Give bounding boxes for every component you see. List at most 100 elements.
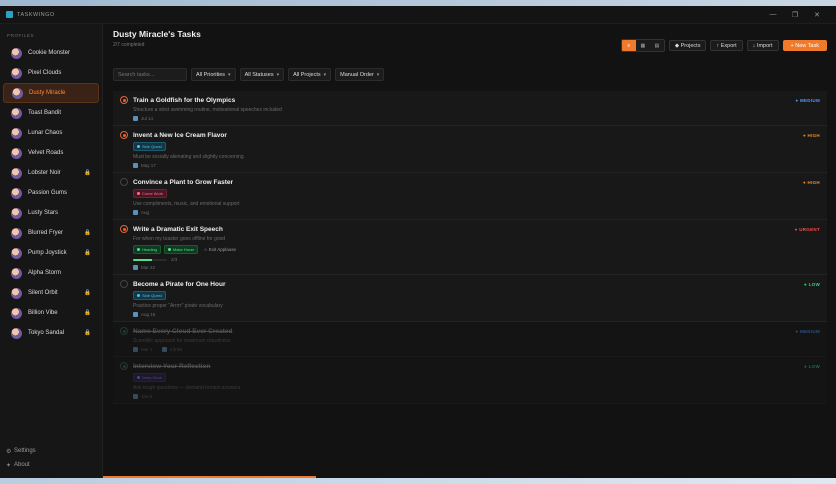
grid-view-icon[interactable]: ▦ xyxy=(635,40,650,51)
sidebar-profile-item[interactable]: Silent Orbit 🔒 xyxy=(3,283,99,303)
task-card[interactable]: Interview Your Reflection ● LOW Deep Work A… xyxy=(113,357,827,404)
lock-icon: 🔒 xyxy=(84,230,91,236)
minimize-icon[interactable]: — xyxy=(768,11,778,19)
task-card[interactable]: Become a Pirate for One Hour ● LOW Side Qu… xyxy=(113,275,827,322)
status-toggle-icon[interactable] xyxy=(120,178,128,186)
export-button[interactable]: ↑ Export xyxy=(710,40,743,51)
page-header: Dusty Miracle's Tasks 2/7 completed ≡ ▦ … xyxy=(113,24,827,68)
import-button[interactable]: ↓ Import xyxy=(746,40,779,51)
about-link[interactable]: ✦ About xyxy=(6,458,96,472)
maximize-icon[interactable]: ❐ xyxy=(790,11,800,19)
task-meta: Aug xyxy=(133,210,820,215)
sidebar-footer: ⚙ Settings ✦ About xyxy=(0,444,102,478)
sidebar-profile-item[interactable]: Lunar Chaos xyxy=(3,123,99,143)
sidebar-profile-item[interactable]: Lusty Stars xyxy=(3,203,99,223)
lock-icon: 🔒 xyxy=(84,330,91,336)
tag-chip[interactable]: Side Quest xyxy=(133,142,166,151)
app-logo-icon xyxy=(6,11,13,18)
profile-name: Silent Orbit xyxy=(28,290,58,296)
task-meta: May 17 xyxy=(133,163,820,168)
profile-name: Cookie Monster xyxy=(28,50,71,56)
main-content: Dusty Miracle's Tasks 2/7 completed ≡ ▦ … xyxy=(103,24,836,478)
sort-order-select[interactable]: Manual Order ▾ xyxy=(335,68,385,81)
tag-chip[interactable]: Deep Work xyxy=(133,373,166,382)
sidebar-profile-item[interactable]: Pump Joystick 🔒 xyxy=(3,243,99,263)
avatar xyxy=(11,187,22,199)
calendar-icon xyxy=(133,312,138,317)
task-card[interactable]: Name Every Cloud Ever Created ● MEDIUM Sci… xyxy=(113,322,827,357)
sparkle-icon: ✦ xyxy=(6,462,12,469)
sidebar-profile-item[interactable]: Tokyo Sandal 🔒 xyxy=(3,323,99,343)
due-date: Jul 14 xyxy=(141,116,154,121)
tag-chip[interactable]: Side Quest xyxy=(133,291,166,300)
sidebar-profile-item[interactable]: Blurred Fryer 🔒 xyxy=(3,223,99,243)
sidebar-profile-item[interactable]: Passion Gums xyxy=(3,183,99,203)
priority-badge: ● MEDIUM xyxy=(795,97,820,103)
settings-label: Settings xyxy=(14,448,36,454)
task-card[interactable]: Write a Dramatic Exit Speech ● URGENT For … xyxy=(113,220,827,275)
sidebar-profile-item[interactable]: Dusty Miracle xyxy=(3,83,99,103)
project-filter[interactable]: All Projects ▾ xyxy=(288,68,332,81)
due-date: May 17 xyxy=(141,163,156,168)
calendar-icon xyxy=(133,394,138,399)
tag-chip[interactable]: Come Work xyxy=(133,189,168,198)
new-task-button[interactable]: + New Task xyxy=(782,40,827,51)
task-meta: Mar 22 xyxy=(133,265,820,270)
avatar xyxy=(11,227,22,239)
calendar-view-icon[interactable]: ▤ xyxy=(649,40,664,51)
task-card[interactable]: Convince a Plant to Grow Faster ● HIGH Com… xyxy=(113,173,827,220)
status-toggle-icon[interactable] xyxy=(120,280,128,288)
sidebar-profile-item[interactable]: Billion Vibe 🔒 xyxy=(3,303,99,323)
task-title: Interview Your Reflection xyxy=(133,362,211,370)
chevron-down-icon: ▾ xyxy=(323,71,327,78)
projects-button[interactable]: ◆ Projects xyxy=(668,40,707,51)
status-toggle-icon[interactable] xyxy=(120,327,128,335)
task-list: Train a Goldfish for the Olympics ● MEDIU… xyxy=(113,91,827,404)
task-title: Become a Pirate for One Hour xyxy=(133,280,226,288)
task-card[interactable]: Invent a New Ice Cream Flavor ● HIGH Side … xyxy=(113,126,827,173)
calendar-icon xyxy=(133,116,138,121)
task-card[interactable]: Train a Goldfish for the Olympics ● MEDIU… xyxy=(113,91,827,126)
priority-badge: ● MEDIUM xyxy=(795,328,820,334)
task-meta: Aug 15 xyxy=(133,312,820,317)
search-input[interactable] xyxy=(113,68,187,81)
tag-chip[interactable]: Heading xyxy=(133,245,161,254)
avatar xyxy=(11,107,22,119)
header-actions: ≡ ▦ ▤ ◆ Projects ↑ Export ↓ Import + New… xyxy=(620,39,827,52)
close-icon[interactable]: ✕ xyxy=(812,11,822,19)
calendar-icon xyxy=(133,265,138,270)
sidebar-profile-item[interactable]: Cookie Monster xyxy=(3,43,99,63)
status-toggle-icon[interactable] xyxy=(120,362,128,370)
task-description: Use compliments, music, and emotional su… xyxy=(133,201,240,207)
priority-filter-value: All Priorities xyxy=(196,71,226,78)
status-filter[interactable]: All Statuses ▾ xyxy=(239,68,285,81)
profile-name: Passion Gums xyxy=(28,190,68,196)
tag-list: Side Quest xyxy=(133,291,820,300)
task-title: Write a Dramatic Exit Speech xyxy=(133,225,223,233)
sidebar-profile-item[interactable]: Toast Bandit xyxy=(3,103,99,123)
status-toggle-icon[interactable] xyxy=(120,96,128,104)
profile-name: Dusty Miracle xyxy=(29,90,66,96)
sidebar-profile-item[interactable]: Velvet Roads xyxy=(3,143,99,163)
link-icon xyxy=(161,347,167,352)
tag-chip[interactable]: Make Hover xyxy=(163,245,199,254)
chevron-down-icon: ▾ xyxy=(228,71,231,78)
tag-label: Heading xyxy=(142,247,157,252)
status-toggle-icon[interactable] xyxy=(120,131,128,139)
task-description: Must be socially alienating and slightly… xyxy=(133,154,244,160)
priority-filter[interactable]: All Priorities ▾ xyxy=(191,68,236,81)
sidebar-profile-item[interactable]: Lobster Noir 🔒 xyxy=(3,163,99,183)
calendar-icon xyxy=(133,163,138,168)
sidebar: PROFILES Cookie Monster Pixel Clouds Dusty… xyxy=(0,24,103,478)
sidebar-profile-item[interactable]: Pixel Clouds xyxy=(3,63,99,83)
tag-label: Come Work xyxy=(142,191,164,196)
tag-label: Deep Work xyxy=(142,375,162,380)
avatar xyxy=(11,207,22,219)
task-description: Scientific approach for maximum cloudine… xyxy=(133,338,231,344)
profile-list: Cookie Monster Pixel Clouds Dusty Miracle T… xyxy=(0,43,102,343)
sidebar-profile-item[interactable]: Alpha Storm xyxy=(3,263,99,283)
status-toggle-icon[interactable] xyxy=(120,225,128,233)
settings-link[interactable]: ⚙ Settings xyxy=(6,444,96,458)
calendar-icon xyxy=(133,210,138,215)
list-view-icon[interactable]: ≡ xyxy=(621,40,636,51)
